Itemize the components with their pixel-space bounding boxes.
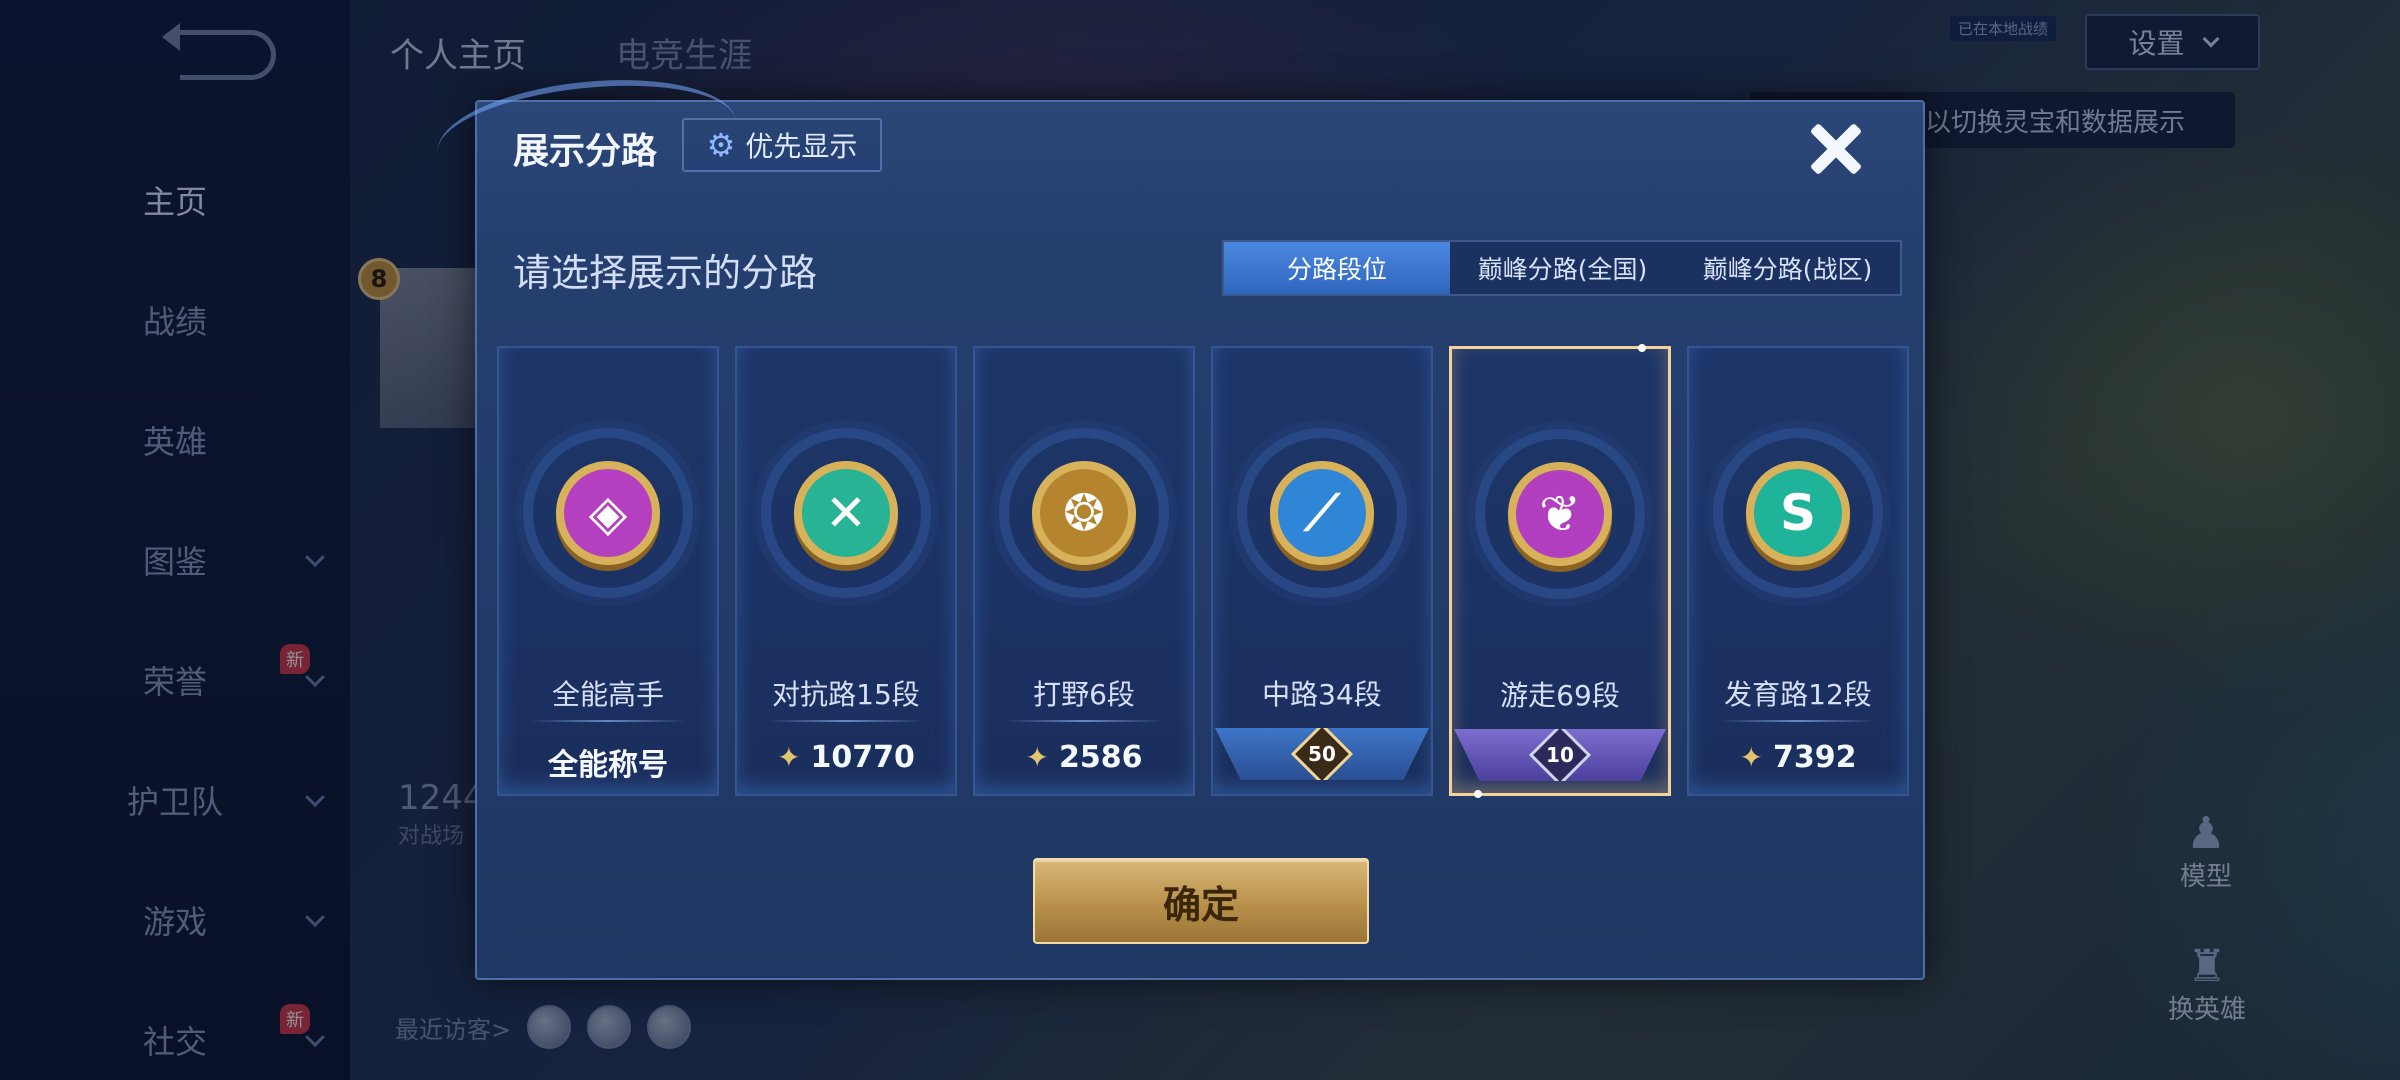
lane-card-clash-lane[interactable]: ✕ 对抗路15段 ✦ 10770 xyxy=(735,346,957,796)
lane-card-value: ✦ 10770 xyxy=(737,740,955,775)
rank-star-badge: 10 xyxy=(1528,729,1592,781)
lane-card-name: 发育路12段 xyxy=(1724,678,1872,711)
rank-star-badge: 50 xyxy=(1290,728,1354,780)
lane-card-mid-lane[interactable]: ⟋ 中路34段 50 xyxy=(1211,346,1433,796)
all-rounder-emblem-icon: ◈ xyxy=(533,438,683,588)
points-icon: ✦ xyxy=(1025,741,1049,774)
lane-card-value: ✦ 7392 xyxy=(1689,740,1907,775)
rank-ribbon: 50 xyxy=(1215,728,1429,780)
lane-card-name: 打野6段 xyxy=(1033,678,1135,711)
lane-card-farm-lane[interactable]: S 发育路12段 ✦ 7392 xyxy=(1687,346,1909,796)
divider xyxy=(767,720,925,722)
roam-emblem-icon: ❦ xyxy=(1485,439,1635,589)
points-icon: ✦ xyxy=(777,741,801,774)
jungle-emblem-icon: ❂ xyxy=(1009,438,1159,588)
lane-card-list: ◈ 全能高手 全能称号 ✕ 对抗路15段 ✦ 10770 ❂ 打野6段 ✦ 2586… xyxy=(497,344,1909,798)
tab-peak-lane-national[interactable]: 巅峰分路(全国) xyxy=(1450,242,1675,294)
priority-display-label: 优先显示 xyxy=(745,130,858,163)
lane-card-value: ✦ 2586 xyxy=(975,740,1193,775)
dialog-subtitle: 请选择展示的分路 xyxy=(513,251,818,295)
lane-type-tabs: 分路段位 巅峰分路(全国) 巅峰分路(战区) xyxy=(1222,240,1902,296)
close-icon[interactable] xyxy=(1801,114,1871,184)
title-value: 全能称号 xyxy=(548,748,668,783)
tab-lane-rank[interactable]: 分路段位 xyxy=(1224,242,1450,294)
points-icon: ✦ xyxy=(1739,741,1763,774)
lane-card-name: 对抗路15段 xyxy=(772,678,920,711)
divider xyxy=(1719,720,1877,722)
rank-ribbon: 10 xyxy=(1454,729,1666,781)
lane-card-name: 全能高手 xyxy=(551,678,664,711)
points-value: 2586 xyxy=(1058,740,1143,775)
points-value: 7392 xyxy=(1772,740,1857,775)
mid-lane-emblem-icon: ⟋ xyxy=(1247,438,1397,588)
lane-card-all-rounder[interactable]: ◈ 全能高手 全能称号 xyxy=(497,346,719,796)
farm-lane-emblem-icon: S xyxy=(1723,438,1873,588)
lane-card-name: 中路34段 xyxy=(1262,678,1382,711)
lane-card-jungle[interactable]: ❂ 打野6段 ✦ 2586 xyxy=(973,346,1195,796)
divider xyxy=(529,720,687,722)
confirm-button[interactable]: 确定 xyxy=(1033,858,1369,944)
selection-corner-dot xyxy=(1474,790,1482,798)
lane-card-name: 游走69段 xyxy=(1500,679,1620,712)
selection-corner-dot xyxy=(1638,344,1646,352)
gear-icon: ⚙ xyxy=(706,126,736,164)
clash-lane-emblem-icon: ✕ xyxy=(771,438,921,588)
rank-badge-value: 50 xyxy=(1308,742,1336,766)
lane-card-value: 全能称号 xyxy=(499,740,717,784)
tab-peak-lane-region[interactable]: 巅峰分路(战区) xyxy=(1675,242,1900,294)
divider xyxy=(1005,720,1163,722)
dialog-title: 展示分路 xyxy=(513,131,658,172)
display-lane-dialog: 展示分路 ⚙ 优先显示 请选择展示的分路 分路段位 巅峰分路(全国) 巅峰分路(… xyxy=(432,66,1925,980)
priority-display-button[interactable]: ⚙ 优先显示 xyxy=(682,118,882,172)
rank-badge-value: 10 xyxy=(1546,743,1574,767)
points-value: 10770 xyxy=(810,740,915,775)
lane-card-roam[interactable]: ❦ 游走69段 10 xyxy=(1449,344,1671,798)
